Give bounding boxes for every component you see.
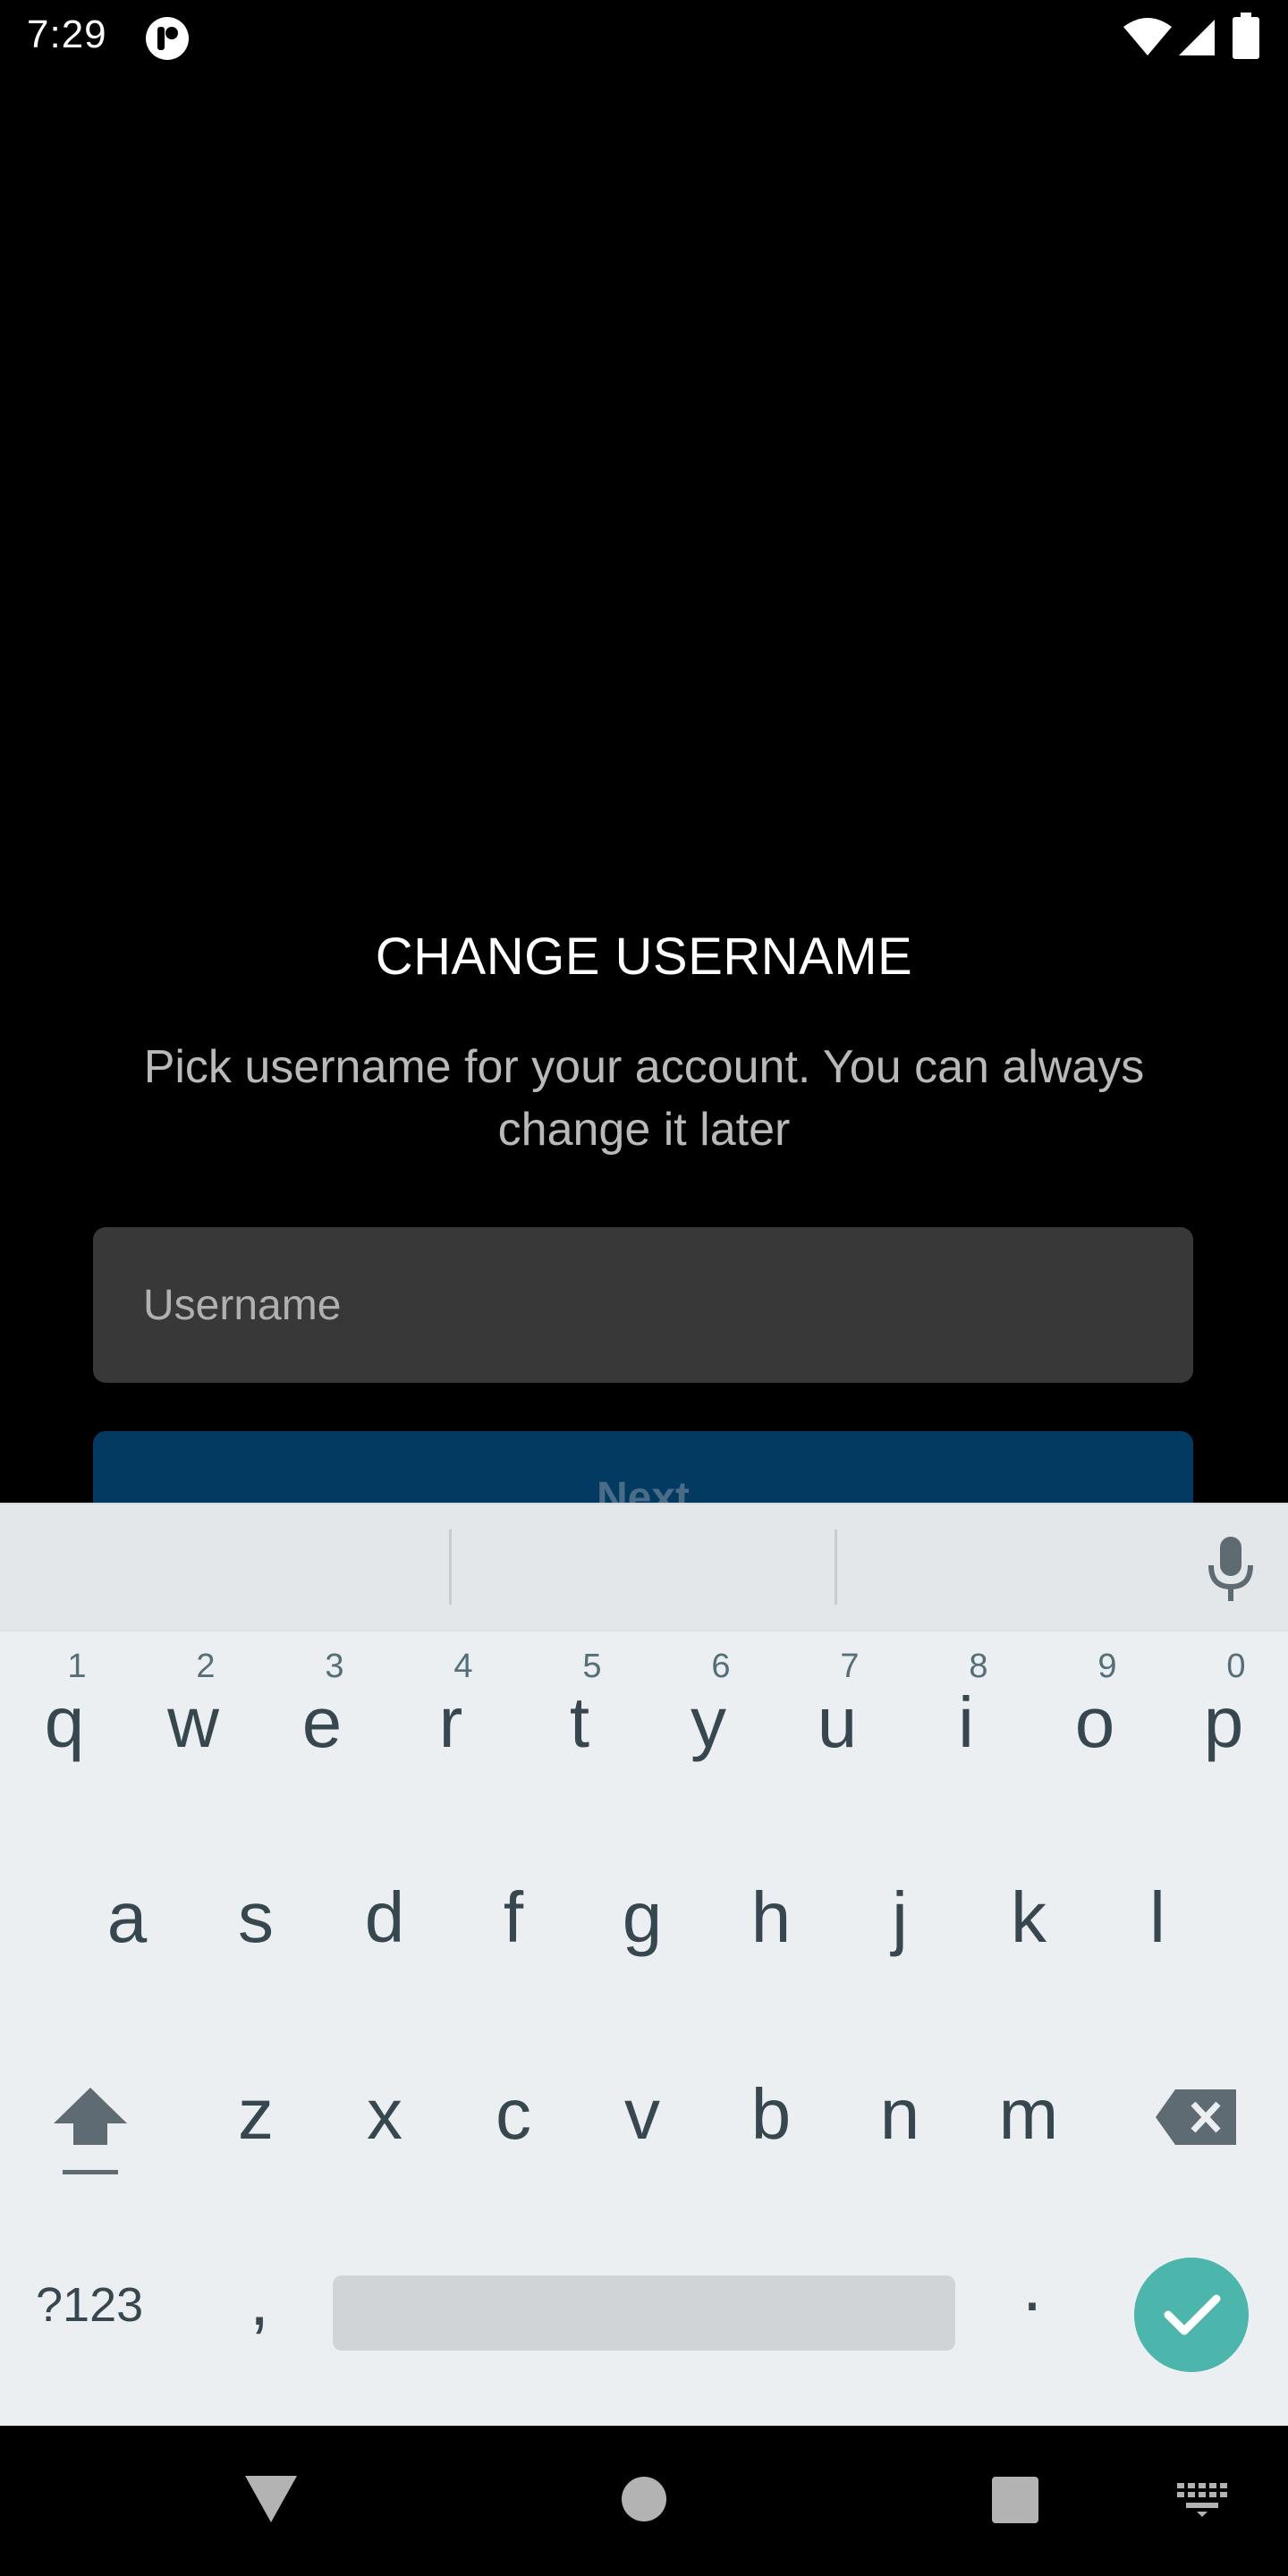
key-q[interactable]: q	[11, 1678, 118, 1767]
key-b[interactable]: b	[717, 2070, 825, 2159]
key-s[interactable]: s	[202, 1873, 309, 1962]
key-k[interactable]: k	[975, 1873, 1082, 1962]
back-triangle-icon[interactable]	[243, 2474, 299, 2524]
page-title: CHANGE USERNAME	[375, 928, 913, 986]
key-f[interactable]: f	[460, 1873, 567, 1962]
comma-key[interactable]: ,	[233, 2259, 286, 2342]
key-m[interactable]: m	[975, 2070, 1082, 2159]
battery-icon	[1233, 13, 1259, 59]
key-i[interactable]: i	[912, 1678, 1020, 1767]
recents-square-icon[interactable]	[991, 2476, 1039, 2524]
page-subtitle: Pick username for your account. You can …	[143, 1041, 1145, 1156]
suggestion-strip	[0, 1503, 1288, 1631]
suggestion-divider	[835, 1530, 837, 1605]
key-y[interactable]: y	[655, 1678, 762, 1767]
app-notification-icon	[146, 17, 189, 60]
done-check-icon[interactable]	[1134, 2258, 1249, 2372]
status-bar: 7:29	[0, 0, 1288, 75]
key-n[interactable]: n	[846, 2070, 953, 2159]
status-time: 7:29	[27, 13, 107, 56]
backspace-key-icon[interactable]	[1154, 2086, 1240, 2148]
key-h[interactable]: h	[717, 1873, 825, 1962]
key-l[interactable]: l	[1104, 1873, 1211, 1962]
key-g[interactable]: g	[589, 1873, 696, 1962]
keyboard-switch-icon[interactable]	[1175, 2481, 1229, 2517]
key-c[interactable]: c	[460, 2070, 567, 2159]
key-o[interactable]: o	[1041, 1678, 1148, 1767]
key-x[interactable]: x	[331, 2070, 438, 2159]
key-e[interactable]: e	[268, 1678, 376, 1767]
home-circle-icon[interactable]	[621, 2476, 667, 2522]
microphone-icon[interactable]	[1204, 1535, 1258, 1603]
symbols-key[interactable]: ?123	[36, 2277, 143, 2333]
shift-key-icon[interactable]	[50, 2080, 131, 2179]
key-j[interactable]: j	[846, 1873, 953, 1962]
key-w[interactable]: w	[140, 1678, 247, 1767]
screen: 7:29 CHANGE USERNAME Pick username for y…	[0, 0, 1288, 2576]
wifi-icon	[1123, 18, 1172, 55]
key-z[interactable]: z	[202, 2070, 309, 2159]
username-input[interactable]	[93, 1227, 1193, 1383]
period-key[interactable]: .	[1005, 2245, 1059, 2327]
key-t[interactable]: t	[526, 1678, 633, 1767]
soft-keyboard: 1q2w3e4r5t6y7u8i9o0p asdfghjkl zxcvbnm ?…	[0, 1503, 1288, 2426]
key-d[interactable]: d	[331, 1873, 438, 1962]
key-u[interactable]: u	[784, 1678, 891, 1767]
navigation-bar	[0, 2426, 1288, 2576]
space-key[interactable]	[333, 2275, 955, 2351]
key-p[interactable]: p	[1170, 1678, 1277, 1767]
suggestion-divider	[449, 1530, 452, 1605]
key-v[interactable]: v	[589, 2070, 696, 2159]
key-r[interactable]: r	[397, 1678, 504, 1767]
signal-icon	[1179, 20, 1215, 55]
key-a[interactable]: a	[73, 1873, 181, 1962]
